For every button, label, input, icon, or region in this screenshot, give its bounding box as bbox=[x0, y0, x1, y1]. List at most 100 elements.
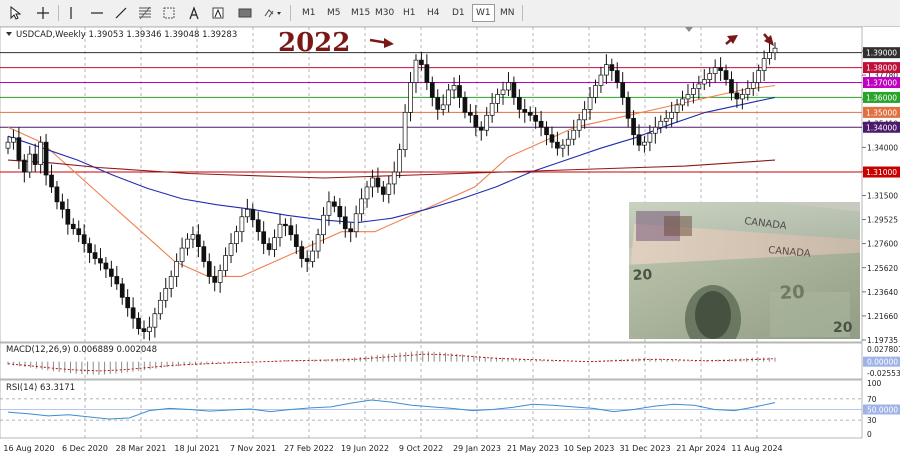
candle-body bbox=[669, 112, 674, 119]
banknote-photo: CANADA CANADA 20 20 20 bbox=[629, 202, 860, 339]
time-tick-label: 21 May 2023 bbox=[507, 444, 559, 453]
candle-body bbox=[555, 141, 560, 149]
candle-body bbox=[419, 59, 424, 65]
candle-body bbox=[740, 94, 745, 100]
svg-text:20: 20 bbox=[833, 320, 853, 336]
candle-body bbox=[353, 213, 359, 233]
candle-body bbox=[364, 186, 370, 200]
timeframe-w1[interactable]: W1 bbox=[472, 4, 495, 22]
price-tick-label: 1.23640 bbox=[867, 288, 898, 297]
candle-body bbox=[114, 276, 120, 285]
candle-body bbox=[5, 141, 11, 149]
text-icon[interactable] bbox=[186, 4, 202, 22]
candle-body bbox=[70, 223, 76, 230]
time-tick-label: 19 Jun 2022 bbox=[341, 444, 389, 453]
time-tick-label: 28 Mar 2021 bbox=[116, 444, 167, 453]
rsi-panel-frame bbox=[0, 379, 863, 439]
candle-body bbox=[614, 70, 620, 83]
candle-body bbox=[587, 97, 593, 110]
candle-body bbox=[402, 112, 408, 150]
candle-body bbox=[527, 112, 533, 116]
candle-body bbox=[152, 313, 158, 328]
candle-body bbox=[266, 243, 272, 250]
candle-body bbox=[38, 141, 43, 165]
level-label-text: 1.36000 bbox=[866, 93, 897, 102]
candle-body bbox=[60, 201, 65, 210]
candle-body bbox=[701, 79, 707, 85]
candle-body bbox=[538, 120, 544, 128]
timeframe-m15[interactable]: M15 bbox=[348, 4, 373, 22]
macd-tick-label: 0.00000 bbox=[867, 358, 898, 367]
candle-body bbox=[533, 114, 539, 122]
horizontal-line-icon[interactable] bbox=[88, 4, 106, 22]
candle-body bbox=[326, 201, 332, 216]
candle-body bbox=[620, 82, 626, 98]
candle-body bbox=[462, 97, 468, 113]
annotation-2022: 2022 bbox=[278, 28, 350, 58]
candle-body bbox=[522, 109, 528, 113]
candle-body bbox=[337, 205, 343, 218]
candle-body bbox=[228, 243, 234, 256]
rectangle-icon[interactable] bbox=[236, 4, 254, 22]
label-icon[interactable] bbox=[210, 4, 226, 22]
candle-body bbox=[250, 208, 256, 221]
timeframe-h1[interactable]: H1 bbox=[400, 4, 419, 22]
candle-body bbox=[750, 82, 756, 89]
candle-body bbox=[206, 261, 212, 277]
vertical-line-icon[interactable] bbox=[64, 4, 78, 22]
time-axis: 16 Aug 2020 6 Dec 2020 28 Mar 2021 18 Jul 2… bbox=[3, 444, 782, 453]
candle-body bbox=[424, 64, 430, 83]
candle-body bbox=[43, 141, 49, 176]
candle-body bbox=[609, 64, 615, 71]
time-tick-label: 9 Oct 2022 bbox=[399, 444, 443, 453]
timeframe-mn[interactable]: MN bbox=[497, 4, 518, 22]
candle-body bbox=[604, 64, 609, 76]
candle-body bbox=[723, 70, 729, 80]
candle-body bbox=[473, 114, 479, 128]
candle-body bbox=[718, 67, 723, 71]
time-tick-label: 27 Feb 2022 bbox=[284, 444, 334, 453]
macd-label: MACD(12,26,9) 0.006889 0.002048 bbox=[6, 345, 157, 355]
timeframe-m5[interactable]: M5 bbox=[324, 4, 344, 22]
candle-body bbox=[288, 225, 294, 236]
candle-body bbox=[500, 89, 506, 95]
crosshair-icon[interactable] bbox=[34, 4, 52, 22]
candle-body bbox=[598, 74, 604, 86]
timeframe-m30[interactable]: M30 bbox=[372, 4, 397, 22]
candle-body bbox=[663, 117, 669, 122]
timeframe-m1[interactable]: M1 bbox=[299, 4, 319, 22]
candle-body bbox=[321, 214, 326, 236]
candle-body bbox=[576, 119, 582, 131]
candle-body bbox=[136, 317, 141, 330]
candle-body bbox=[201, 246, 207, 262]
candle-body bbox=[478, 126, 484, 131]
candle-body bbox=[375, 177, 381, 188]
candle-body bbox=[348, 228, 354, 233]
candle-body bbox=[468, 112, 473, 116]
trendline-icon[interactable] bbox=[112, 4, 130, 22]
timeframe-d1[interactable]: D1 bbox=[449, 4, 468, 22]
candle-body bbox=[712, 67, 718, 74]
candle-body bbox=[767, 52, 772, 59]
candle-body bbox=[299, 246, 305, 259]
fibonacci-icon[interactable] bbox=[136, 4, 154, 22]
time-tick-label: 16 Aug 2020 bbox=[3, 444, 54, 453]
shapes-dropdown-icon[interactable] bbox=[262, 4, 284, 22]
level-labels: 1.39000 1.38000 1.37000 1.36000 1.35000 1.340… bbox=[863, 47, 900, 178]
time-tick-label: 18 Jul 2021 bbox=[174, 444, 219, 453]
time-tick-label: 21 Apr 2024 bbox=[676, 444, 725, 453]
candle-body bbox=[293, 234, 299, 247]
svg-text:20: 20 bbox=[632, 267, 653, 284]
candle-body bbox=[130, 307, 136, 319]
chart-area[interactable]: CANADA CANADA 20 20 20 1.390001.377801.3… bbox=[0, 2, 900, 457]
candle-body bbox=[696, 83, 702, 89]
candle-body bbox=[386, 183, 392, 195]
cursor-icon[interactable] bbox=[6, 4, 24, 22]
shapes-icon[interactable] bbox=[160, 4, 178, 22]
candle-body bbox=[658, 120, 664, 128]
macd-tick-label: 0.027801 bbox=[867, 345, 900, 354]
timeframe-h4[interactable]: H4 bbox=[424, 4, 443, 22]
candle-body bbox=[255, 219, 261, 233]
candle-body bbox=[212, 276, 218, 283]
rsi-tick-label: 50.0000 bbox=[867, 406, 898, 415]
